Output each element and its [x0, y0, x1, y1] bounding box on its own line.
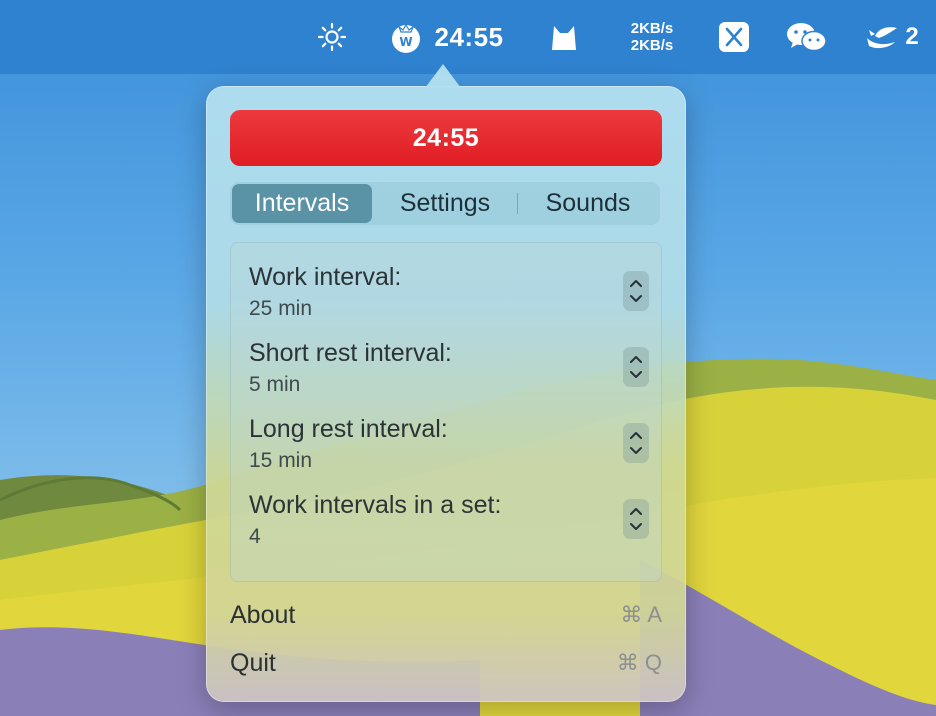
quit-shortcut: ⌘ Q: [616, 650, 662, 675]
bird-app-menu[interactable]: 2: [860, 0, 924, 74]
bird-icon: [867, 27, 898, 49]
tab-settings[interactable]: Settings: [374, 184, 516, 223]
work-intervals-in-set-row: Work intervals in a set: 4: [249, 491, 649, 555]
pomodoro-popover: 24:55 Intervals Settings Sounds Work int…: [206, 64, 686, 702]
work-interval-row: Work interval: 25 min: [249, 263, 649, 327]
stepper-up-icon[interactable]: [623, 275, 649, 291]
work-intervals-in-set-label: Work intervals in a set:: [249, 491, 502, 519]
network-speed: 2KB/s 2KB/s: [622, 0, 682, 74]
about-label: About: [230, 600, 296, 629]
intervals-panel: Work interval: 25 min Short rest interva…: [230, 242, 662, 582]
cat-icon[interactable]: [544, 0, 584, 74]
svg-text:W: W: [399, 35, 412, 49]
tab-segmented-control: Intervals Settings Sounds: [230, 182, 660, 225]
work-intervals-in-set-stepper[interactable]: [623, 499, 649, 539]
timer-start-pause-button[interactable]: 24:55: [230, 110, 662, 166]
stepper-down-icon[interactable]: [623, 291, 649, 307]
x-icon[interactable]: [714, 0, 754, 74]
long-rest-interval-value: 15 min: [249, 449, 313, 472]
net-download: 2KB/s: [630, 37, 674, 54]
pomodoro-timer-menu[interactable]: W 24:55: [386, 0, 506, 74]
tab-sounds[interactable]: Sounds: [518, 184, 658, 223]
quit-menu-item[interactable]: Quit ⌘ Q: [230, 643, 662, 683]
work-interval-stepper[interactable]: [623, 271, 649, 311]
stepper-down-icon[interactable]: [623, 367, 649, 383]
stepper-up-icon[interactable]: [623, 503, 649, 519]
short-rest-interval-stepper[interactable]: [623, 347, 649, 387]
work-interval-label: Work interval:: [249, 263, 402, 291]
brightness-icon[interactable]: [312, 0, 352, 74]
quit-label: Quit: [230, 648, 276, 677]
long-rest-interval-stepper[interactable]: [623, 423, 649, 463]
long-rest-interval-label: Long rest interval:: [249, 415, 448, 443]
tomato-icon: W: [391, 23, 420, 53]
menubar-timer-text: 24:55: [434, 21, 504, 52]
popover-arrow: [425, 64, 461, 88]
short-rest-interval-value: 5 min: [249, 373, 301, 396]
net-upload: 2KB/s: [630, 20, 674, 37]
stepper-up-icon[interactable]: [623, 427, 649, 443]
tab-intervals[interactable]: Intervals: [232, 184, 372, 223]
about-menu-item[interactable]: About ⌘ A: [230, 595, 662, 635]
work-interval-value: 25 min: [249, 297, 313, 320]
stepper-up-icon[interactable]: [623, 351, 649, 367]
work-intervals-in-set-value: 4: [249, 525, 261, 548]
long-rest-interval-row: Long rest interval: 15 min: [249, 415, 649, 479]
stepper-down-icon[interactable]: [623, 519, 649, 535]
wechat-icon[interactable]: [784, 0, 830, 74]
about-shortcut: ⌘ A: [620, 602, 662, 627]
stepper-down-icon[interactable]: [623, 443, 649, 459]
short-rest-interval-label: Short rest interval:: [249, 339, 452, 367]
bird-badge-count: 2: [905, 23, 919, 50]
menu-bar: W 24:55 2KB/s 2KB/s 2: [0, 0, 936, 74]
short-rest-interval-row: Short rest interval: 5 min: [249, 339, 649, 403]
